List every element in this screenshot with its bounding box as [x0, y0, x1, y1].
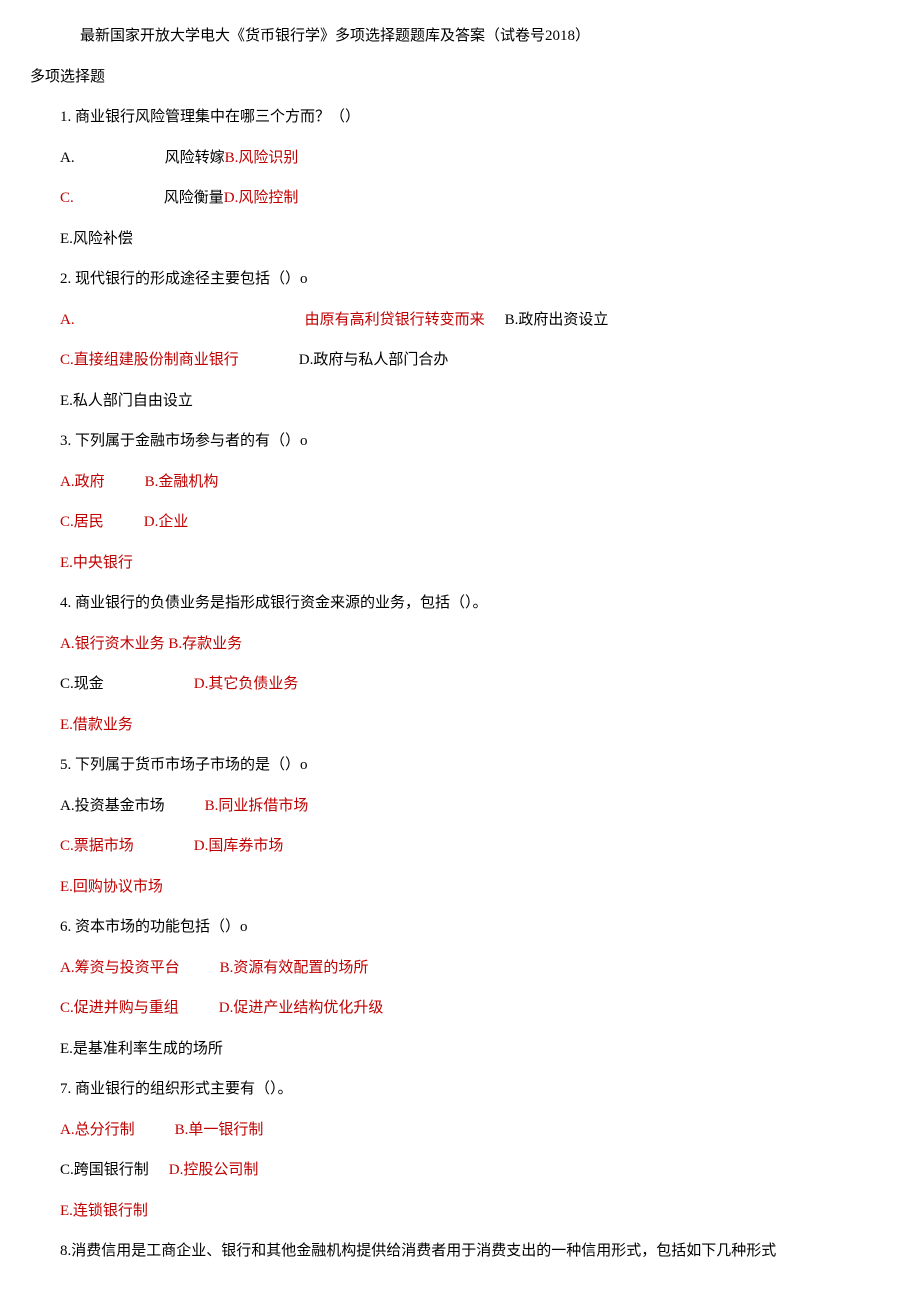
question-1-row-ab: A. 风险转嫁B.风险识别 — [30, 147, 880, 170]
q7-option-c: C.跨国银行制 — [60, 1162, 149, 1178]
q7-option-d: D.控股公司制 — [169, 1162, 259, 1178]
q4-option-c: C.现金 — [60, 676, 104, 692]
q5-option-a: A.投资基金市场 — [60, 798, 165, 814]
q4-option-d: D.其它负债业务 — [194, 676, 299, 692]
q4-option-b: B.存款业务 — [168, 636, 242, 652]
q6-option-e: E.是基准利率生成的场所 — [60, 1041, 223, 1057]
question-6-row-cd: C.促进并购与重组 D.促进产业结构优化升级 — [30, 997, 880, 1020]
question-6-row-e: E.是基准利率生成的场所 — [30, 1038, 880, 1061]
question-7-row-cd: C.跨国银行制 D.控股公司制 — [30, 1159, 880, 1182]
q3-option-d: D.企业 — [144, 514, 189, 530]
q7-option-b: B.单一银行制 — [175, 1122, 264, 1138]
q4-option-a: A.银行资木业务 — [60, 636, 165, 652]
q6-option-a: A.筹资与投资平台 — [60, 960, 180, 976]
question-4-row-cd: C.现金 D.其它负债业务 — [30, 673, 880, 696]
q1-option-d: D.风险控制 — [224, 190, 299, 206]
question-7-row-ab: A.总分行制 B.单一银行制 — [30, 1119, 880, 1142]
q3-option-c: C.居民 — [60, 514, 104, 530]
section-heading: 多项选择题 — [30, 66, 880, 89]
question-3-row-ab: A.政府 B.金融机构 — [30, 471, 880, 494]
question-8-stem: 8.消费信用是工商企业、银行和其他金融机构提供给消费者用于消费支出的一种信用形式… — [30, 1240, 880, 1263]
q2-option-c: C.直接组建股份制商业银行 — [60, 352, 239, 368]
q1-option-c-label: C. — [60, 190, 74, 206]
q4-option-e: E.借款业务 — [60, 717, 133, 733]
q7-option-a: A.总分行制 — [60, 1122, 135, 1138]
q3-option-a: A.政府 — [60, 474, 105, 490]
q6-option-c: C.促进并购与重组 — [60, 1000, 179, 1016]
question-4-stem: 4. 商业银行的负债业务是指形成银行资金来源的业务，包括（）。 — [30, 592, 880, 615]
document-title: 最新国家开放大学电大《货币银行学》多项选择题题库及答案（试卷号2018） — [30, 25, 880, 48]
question-1-stem: 1. 商业银行风险管理集中在哪三个方而？（） — [30, 106, 880, 129]
question-2-row-e: E.私人部门自由设立 — [30, 390, 880, 413]
q5-option-d: D.国库券市场 — [194, 838, 284, 854]
question-3-row-cd: C.居民 D.企业 — [30, 511, 880, 534]
q2-option-a-label: A. — [60, 312, 75, 328]
q7-option-e: E.连锁银行制 — [60, 1203, 148, 1219]
question-4-row-e: E.借款业务 — [30, 714, 880, 737]
question-5-row-e: E.回购协议市场 — [30, 876, 880, 899]
q1-option-e: E.风险补偿 — [60, 231, 133, 247]
q2-option-b: B.政府出资设立 — [505, 312, 609, 328]
question-2-row-ab: A. 由原有高利贷银行转变而来 B.政府出资设立 — [30, 309, 880, 332]
q1-option-c-text: 风险衡量 — [164, 190, 224, 206]
question-3-stem: 3. 下列属于金融市场参与者的有（）o — [30, 430, 880, 453]
q5-option-c: C.票据市场 — [60, 838, 134, 854]
q5-option-b: B.同业拆借市场 — [205, 798, 309, 814]
q1-option-a-label: A. — [60, 150, 75, 166]
question-1-row-e: E.风险补偿 — [30, 228, 880, 251]
question-5-stem: 5. 下列属于货币市场子市场的是（）o — [30, 754, 880, 777]
question-6-stem: 6. 资本市场的功能包括（）o — [30, 916, 880, 939]
q1-option-b: B.风险识别 — [225, 150, 299, 166]
q1-option-a-text: 风险转嫁 — [165, 150, 225, 166]
question-5-row-ab: A.投资基金市场 B.同业拆借市场 — [30, 795, 880, 818]
question-2-row-cd: C.直接组建股份制商业银行 D.政府与私人部门合办 — [30, 349, 880, 372]
q6-option-d: D.促进产业结构优化升级 — [219, 1000, 384, 1016]
question-7-stem: 7. 商业银行的组织形式主要有（）。 — [30, 1078, 880, 1101]
q2-option-d: D.政府与私人部门合办 — [299, 352, 449, 368]
q2-option-e: E.私人部门自由设立 — [60, 393, 193, 409]
q3-option-e: E.中央银行 — [60, 555, 133, 571]
question-3-row-e: E.中央银行 — [30, 552, 880, 575]
q5-option-e: E.回购协议市场 — [60, 879, 163, 895]
question-6-row-ab: A.筹资与投资平台 B.资源有效配置的场所 — [30, 957, 880, 980]
question-4-row-ab: A.银行资木业务 B.存款业务 — [30, 633, 880, 656]
question-5-row-cd: C.票据市场 D.国库券市场 — [30, 835, 880, 858]
question-1-row-cd: C. 风险衡量D.风险控制 — [30, 187, 880, 210]
question-7-row-e: E.连锁银行制 — [30, 1200, 880, 1223]
q2-option-a-text: 由原有高利贷银行转变而来 — [305, 312, 485, 328]
q6-option-b: B.资源有效配置的场所 — [220, 960, 369, 976]
q3-option-b: B.金融机构 — [145, 474, 219, 490]
question-2-stem: 2. 现代银行的形成途径主要包括（）o — [30, 268, 880, 291]
